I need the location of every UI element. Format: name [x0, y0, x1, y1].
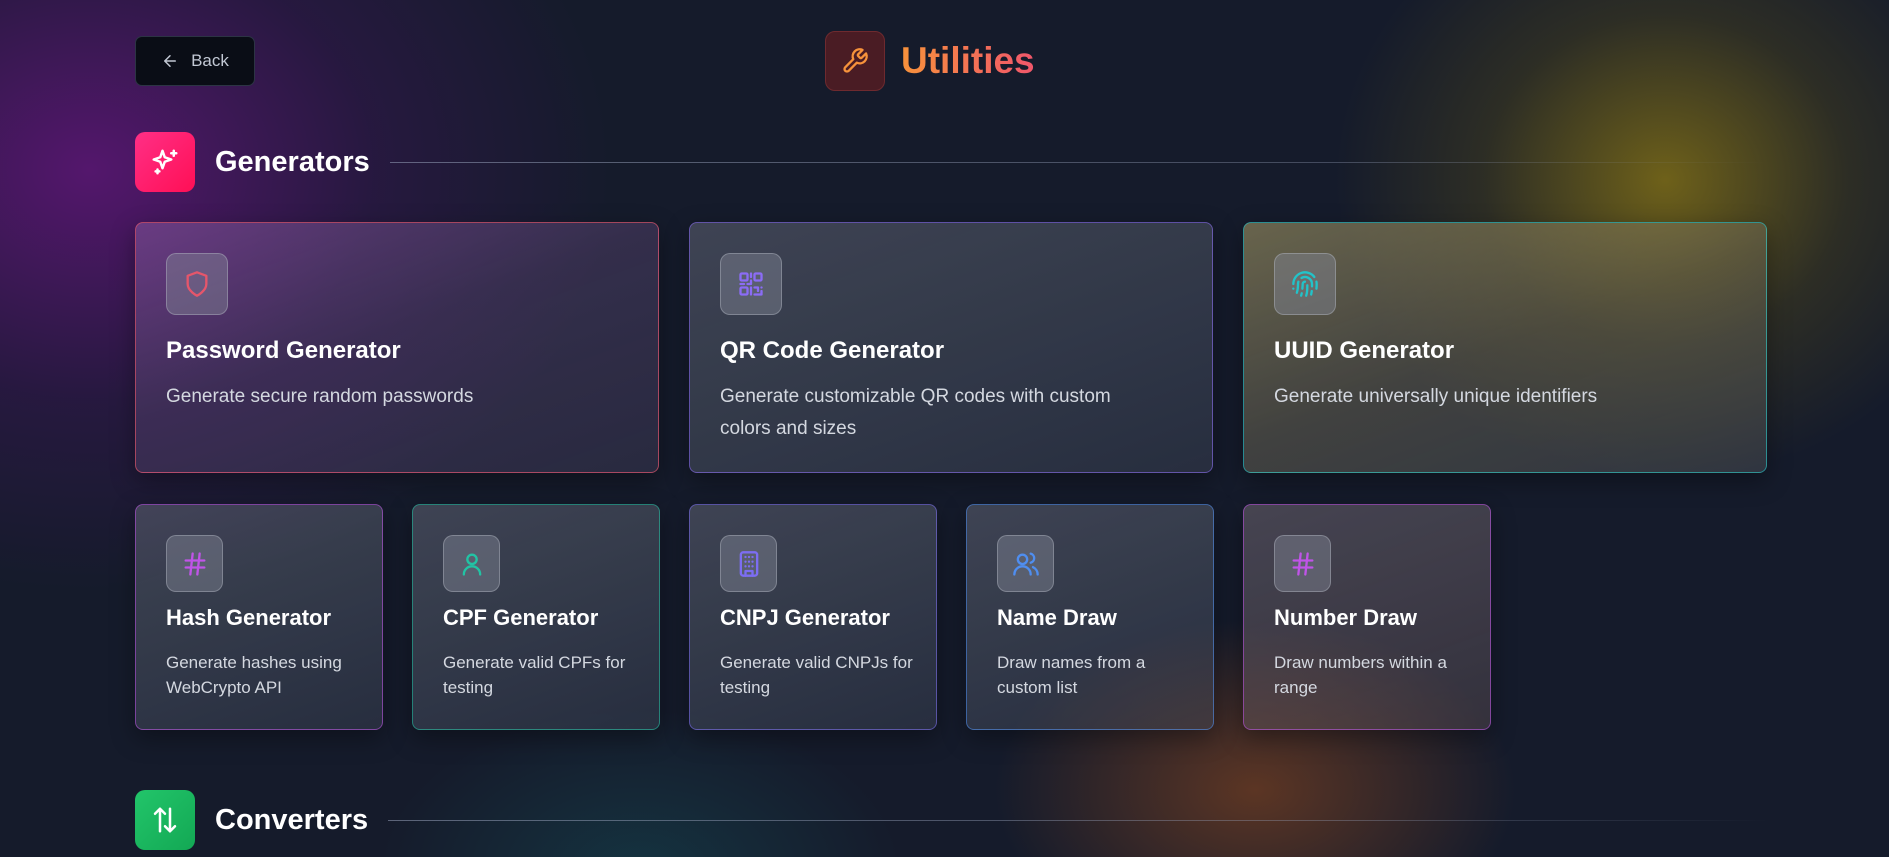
card-description: Generate valid CNPJs for testing: [720, 653, 913, 697]
users-icon: [997, 535, 1054, 592]
shield-icon: [166, 253, 228, 315]
page-header: Utilities: [825, 30, 1035, 92]
card-description: Generate valid CPFs for testing: [443, 653, 626, 697]
card-description: Draw numbers within a range: [1274, 653, 1447, 697]
section-divider: [388, 819, 1769, 821]
card-description: Generate universally unique identifiers: [1274, 386, 1598, 407]
back-button-label: Back: [191, 51, 229, 70]
hash-icon: [166, 535, 223, 592]
section-title-generators: Generators: [215, 145, 370, 178]
card-description: Generate hashes using WebCrypto API: [166, 653, 342, 697]
page-title: Utilities: [901, 40, 1035, 81]
card-name-draw[interactable]: Name Draw Draw names from a custom list: [966, 504, 1214, 730]
wrench-icon: [825, 31, 885, 91]
arrow-left-icon: [164, 55, 177, 67]
card-title: Name Draw: [997, 605, 1117, 630]
card-title: QR Code Generator: [720, 337, 945, 364]
card-password-generator[interactable]: Password Generator Generate secure rando…: [135, 222, 659, 473]
qr-code-icon: [720, 253, 782, 315]
card-cpf-generator[interactable]: CPF Generator Generate valid CPFs for te…: [412, 504, 660, 730]
card-uuid-generator[interactable]: UUID Generator Generate universally uniq…: [1243, 222, 1767, 473]
card-description: Draw names from a custom list: [997, 653, 1146, 697]
section-header-converters: Converters: [135, 790, 1769, 850]
card-description: Generate secure random passwords: [166, 386, 474, 407]
card-cnpj-generator[interactable]: CNPJ Generator Generate valid CNPJs for …: [689, 504, 937, 730]
user-icon: [443, 535, 500, 592]
arrows-up-down-icon: [135, 790, 195, 850]
fingerprint-icon: [1274, 253, 1336, 315]
card-title: Number Draw: [1274, 605, 1418, 630]
hash-icon: [1274, 535, 1331, 592]
building-icon: [720, 535, 777, 592]
card-title: CPF Generator: [443, 605, 599, 630]
card-number-draw[interactable]: Number Draw Draw numbers within a range: [1243, 504, 1491, 730]
section-header-generators: Generators: [135, 132, 1769, 192]
card-title: Password Generator: [166, 337, 401, 364]
card-title: CNPJ Generator: [720, 605, 890, 630]
card-qr-code-generator[interactable]: QR Code Generator Generate customizable …: [689, 222, 1213, 473]
card-hash-generator[interactable]: Hash Generator Generate hashes using Web…: [135, 504, 383, 730]
card-description: Generate customizable QR codes with cust…: [720, 386, 1111, 439]
section-title-converters: Converters: [215, 803, 369, 836]
card-title: UUID Generator: [1274, 337, 1455, 364]
section-divider: [389, 161, 1769, 163]
card-title: Hash Generator: [166, 605, 332, 630]
sparkles-icon: [135, 132, 195, 192]
back-button[interactable]: Back: [135, 36, 255, 86]
